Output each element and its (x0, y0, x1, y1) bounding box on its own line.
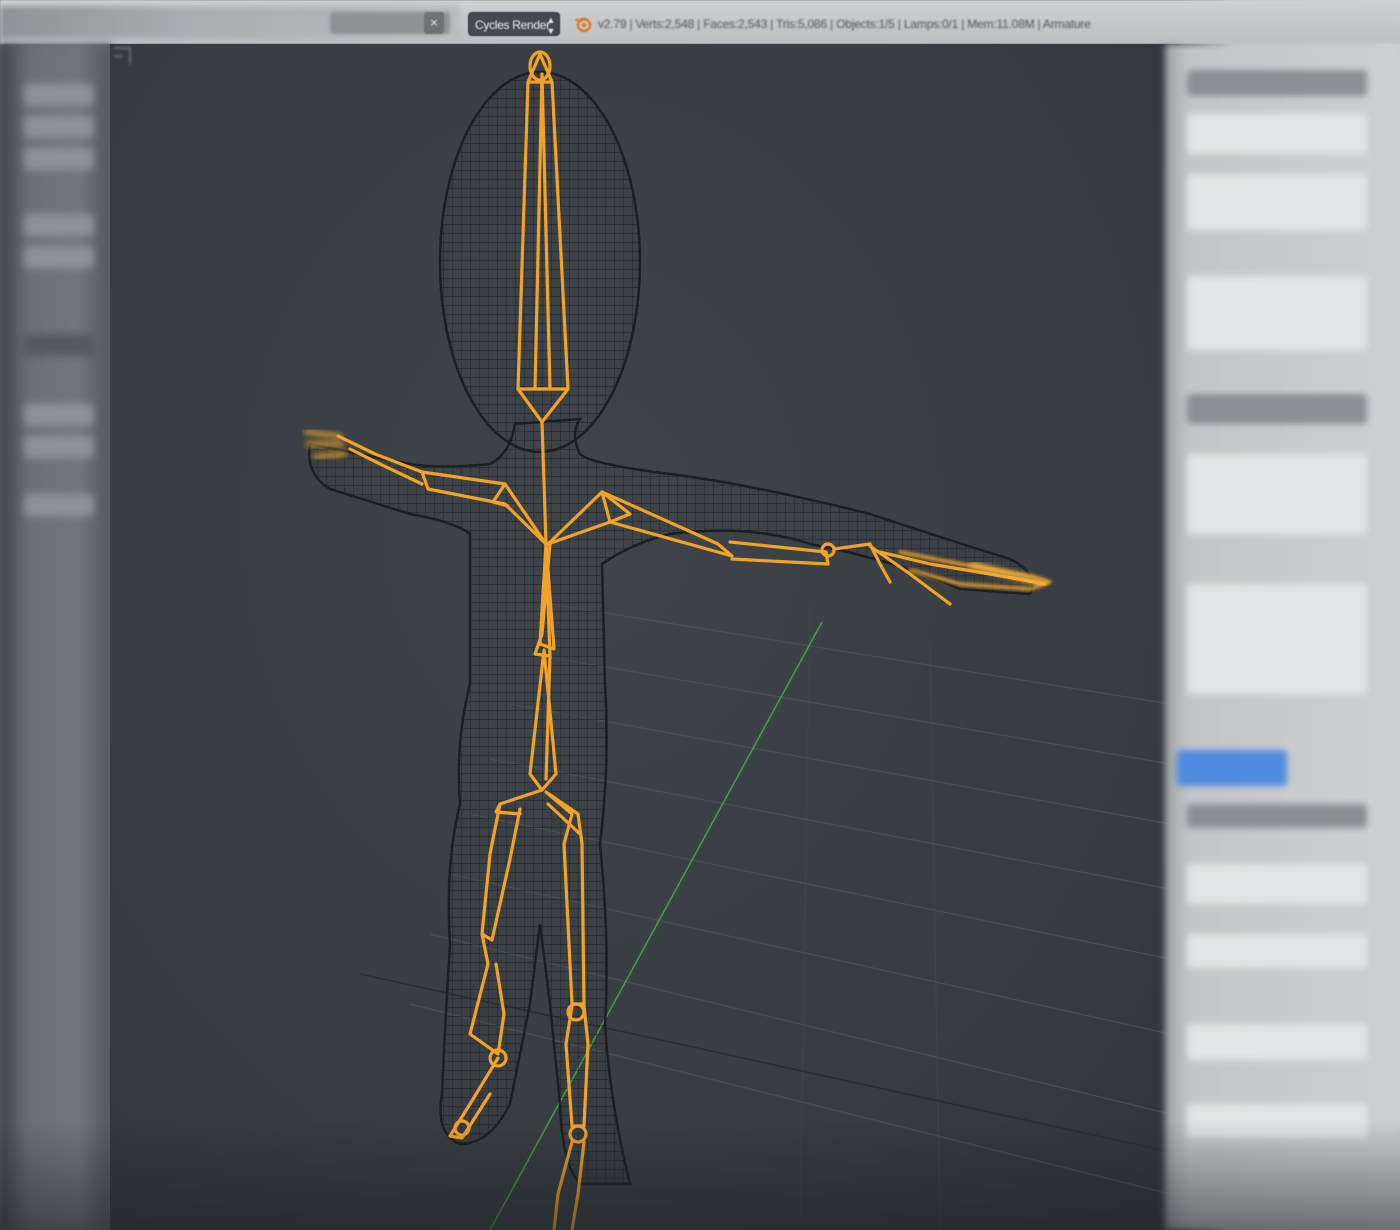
tool-button[interactable] (24, 494, 94, 516)
blender-window: × Cycles Render ▲ ▼ v2.79 | Verts:2,548 |… (0, 0, 1400, 1230)
properties-editor (1165, 44, 1400, 1230)
scene-stats: v2.79 | Verts:2,548 | Faces:2,543 | Tris… (598, 17, 1091, 31)
properties-field[interactable] (1187, 864, 1367, 904)
properties-field[interactable] (1187, 114, 1367, 154)
viewport-canvas (304, 50, 1180, 1230)
info-header: × Cycles Render ▲ ▼ v2.79 | Verts:2,548 |… (0, 0, 1400, 44)
tool-tab[interactable] (24, 334, 94, 356)
character-mesh (307, 70, 1034, 1186)
render-engine-label: Cycles Render (475, 18, 550, 32)
tool-button[interactable] (24, 214, 94, 236)
properties-field[interactable] (1187, 934, 1367, 968)
armature[interactable] (304, 50, 1052, 1230)
tool-button[interactable] (24, 148, 94, 170)
tool-button[interactable] (24, 436, 94, 458)
properties-tab-bar[interactable] (1187, 70, 1367, 96)
select-arrows-icon: ▲ ▼ (546, 15, 555, 36)
properties-field[interactable] (1187, 276, 1367, 350)
properties-field[interactable] (1187, 174, 1367, 230)
tool-button[interactable] (24, 246, 94, 268)
3d-viewport[interactable] (110, 44, 1180, 1230)
tool-button[interactable] (24, 84, 94, 106)
tool-shelf-panel (0, 44, 112, 1230)
active-property-button[interactable] (1177, 750, 1287, 786)
scene-close-button[interactable]: × (424, 12, 444, 34)
view-corner-icon[interactable] (110, 44, 134, 68)
tool-button[interactable] (24, 404, 94, 426)
render-engine-select[interactable]: Cycles Render ▲ ▼ (468, 12, 560, 36)
blender-logo-icon (574, 17, 592, 33)
tool-button[interactable] (24, 116, 94, 138)
properties-field[interactable] (1187, 584, 1367, 694)
properties-field[interactable] (1187, 1104, 1367, 1138)
properties-field[interactable] (1187, 1024, 1367, 1060)
properties-field[interactable] (1187, 454, 1367, 534)
properties-section-header[interactable] (1187, 804, 1367, 828)
properties-section-header[interactable] (1187, 394, 1367, 424)
